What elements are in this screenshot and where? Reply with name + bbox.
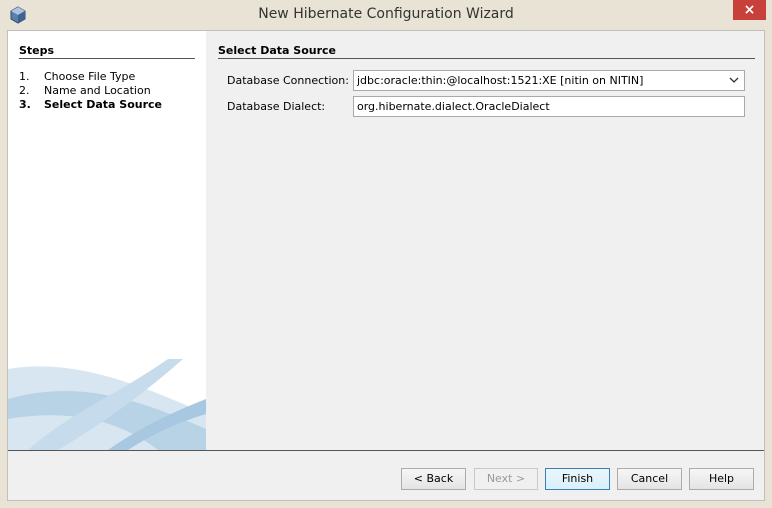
database-dialect-field[interactable] <box>353 96 745 117</box>
step-item: 2. Name and Location <box>19 84 162 98</box>
panel-title: Select Data Source <box>218 44 337 57</box>
steps-divider <box>19 58 195 59</box>
finish-button[interactable]: Finish <box>545 468 610 490</box>
help-button[interactable]: Help <box>689 468 754 490</box>
steps-panel: Steps 1. Choose File Type 2. Name and Loca… <box>8 31 206 450</box>
step-number: 2. <box>19 84 30 97</box>
step-item: 1. Choose File Type <box>19 70 162 84</box>
database-connection-label: Database Connection: <box>227 74 349 87</box>
step-item-current: 3. Select Data Source <box>19 98 162 112</box>
step-label: Name and Location <box>44 84 151 97</box>
panel-title-divider <box>218 58 755 59</box>
wizard-body: Steps 1. Choose File Type 2. Name and Loca… <box>7 30 765 501</box>
title-bar: New Hibernate Configuration Wizard × <box>0 0 772 30</box>
database-connection-select[interactable]: jdbc:oracle:thin:@localhost:1521:XE [nit… <box>353 70 745 91</box>
step-number: 1. <box>19 70 30 83</box>
step-number: 3. <box>19 98 31 111</box>
cancel-button[interactable]: Cancel <box>617 468 682 490</box>
database-dialect-label: Database Dialect: <box>227 100 326 113</box>
next-button[interactable]: Next > <box>474 468 538 490</box>
chevron-down-icon[interactable] <box>727 71 741 90</box>
database-connection-value: jdbc:oracle:thin:@localhost:1521:XE [nit… <box>357 74 644 87</box>
button-bar-divider <box>8 450 764 451</box>
step-label: Select Data Source <box>44 98 163 111</box>
step-label: Choose File Type <box>44 70 136 83</box>
close-button[interactable]: × <box>733 0 766 20</box>
steps-title: Steps <box>19 44 55 57</box>
step-list: 1. Choose File Type 2. Name and Location 3… <box>19 70 162 112</box>
back-button[interactable]: < Back <box>401 468 466 490</box>
window-title: New Hibernate Configuration Wizard <box>258 6 514 22</box>
wizard-decoration-graphic <box>8 359 206 450</box>
